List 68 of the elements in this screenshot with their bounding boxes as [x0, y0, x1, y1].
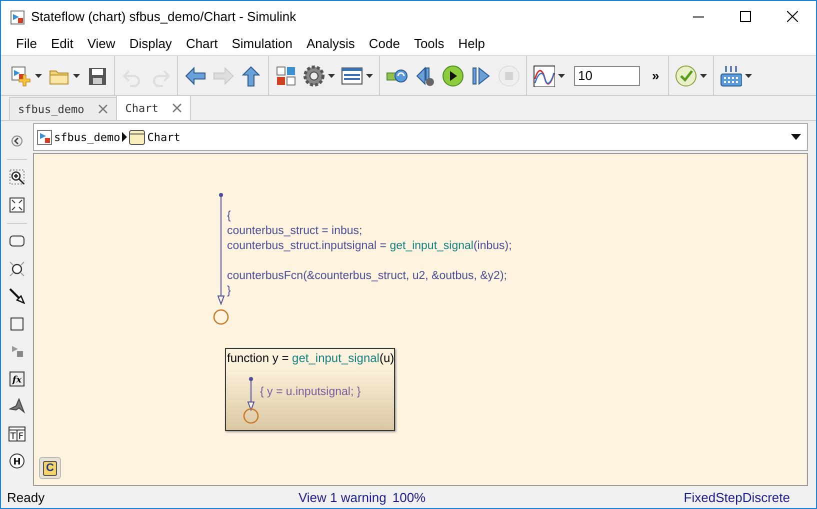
tab-label: Chart	[125, 102, 158, 114]
menu-item[interactable]: View	[80, 36, 122, 51]
maximize-icon[interactable]	[740, 11, 751, 22]
stop-time-field[interactable]: 10	[574, 66, 640, 86]
zoom-level: 100%	[392, 490, 427, 504]
menu-item[interactable]: Code	[362, 36, 407, 51]
back-icon[interactable]	[11, 134, 23, 147]
model-icon	[37, 130, 52, 144]
dropdown-caret-icon[interactable]	[745, 74, 752, 78]
up-arrow-icon[interactable]	[240, 64, 262, 86]
breadcrumb-item[interactable]: Chart	[129, 130, 180, 144]
play-icon[interactable]	[442, 64, 464, 86]
menu-item[interactable]: Edit	[44, 36, 80, 51]
menu-item[interactable]: Tools	[406, 36, 452, 51]
transition-label: { counterbus_struct = inbus; counterbus_struct.inputsignal = get_input_signal(inbus); counterbusFcn(&counterbus_struct, u2, &outbus, &y2); }	[227, 209, 512, 299]
function-signature: function y = get_input_signal(u)	[227, 351, 394, 365]
state-icon[interactable]	[9, 233, 25, 250]
dropdown-caret-icon[interactable]	[328, 74, 335, 78]
menu-item[interactable]: Analysis	[299, 36, 362, 51]
new-model-icon[interactable]	[10, 64, 32, 86]
junction-icon[interactable]	[9, 260, 25, 277]
menu-item[interactable]: File	[9, 36, 44, 51]
keypad-icon[interactable]	[720, 64, 742, 86]
dropdown-caret-icon[interactable]	[700, 74, 708, 78]
tab[interactable]: sfbus_demo	[9, 97, 118, 120]
menu-item[interactable]: Help	[451, 36, 492, 51]
solver-name: FixedStepDiscrete	[684, 490, 790, 504]
check-icon[interactable]	[675, 64, 698, 86]
matlab-function-icon[interactable]	[9, 398, 25, 414]
zoom-icon[interactable]	[9, 169, 25, 186]
dropdown-caret-icon[interactable]	[558, 74, 565, 78]
history-icon[interactable]: H	[9, 453, 25, 470]
transition-label: { y = u.inputsignal; }	[260, 386, 361, 398]
back-arrow-icon[interactable]	[184, 64, 206, 86]
box-icon[interactable]	[9, 316, 25, 332]
menu-item[interactable]: Chart	[178, 36, 225, 51]
chart-icon	[129, 130, 146, 144]
menu-item[interactable]: Simulation	[224, 36, 300, 51]
step-forward-icon[interactable]	[470, 64, 492, 86]
breadcrumb-arrow-icon	[122, 132, 128, 142]
window-title: Stateflow (chart) sfbus_demo/Chart - Simulink	[31, 9, 298, 24]
table-icon[interactable]	[341, 64, 363, 86]
step-back-icon[interactable]	[414, 64, 436, 86]
simulink-function-icon[interactable]	[9, 343, 25, 360]
tab[interactable]: Chart	[116, 95, 192, 120]
truth-table-icon[interactable]: T F	[8, 426, 26, 442]
app-icon	[9, 8, 25, 24]
fit-view-icon[interactable]	[9, 196, 25, 213]
breadcrumb-item[interactable]: sfbus_demo	[37, 130, 120, 144]
menu-item[interactable]: Display	[122, 36, 179, 51]
tab-label: sfbus_demo	[18, 102, 84, 116]
dropdown-caret-icon[interactable]	[35, 74, 42, 78]
junction	[243, 408, 259, 424]
warning-link[interactable]: View 1 warning	[298, 490, 386, 504]
dropdown-caret-icon[interactable]	[791, 134, 801, 140]
default-transition-arrow	[247, 376, 255, 412]
function-icon[interactable]: fx	[9, 370, 25, 387]
settings-icon[interactable]	[303, 64, 325, 86]
close-icon[interactable]	[787, 11, 798, 22]
dropdown-caret-icon[interactable]	[366, 74, 373, 78]
transition-icon[interactable]	[9, 288, 25, 304]
junction	[213, 309, 229, 325]
more-button[interactable]: »	[646, 68, 666, 83]
status-text: Ready	[7, 490, 46, 504]
library-icon[interactable]	[275, 64, 297, 86]
scope-icon[interactable]	[533, 64, 555, 86]
chart-language-button[interactable]: C	[39, 457, 61, 479]
dropdown-caret-icon[interactable]	[73, 74, 80, 78]
